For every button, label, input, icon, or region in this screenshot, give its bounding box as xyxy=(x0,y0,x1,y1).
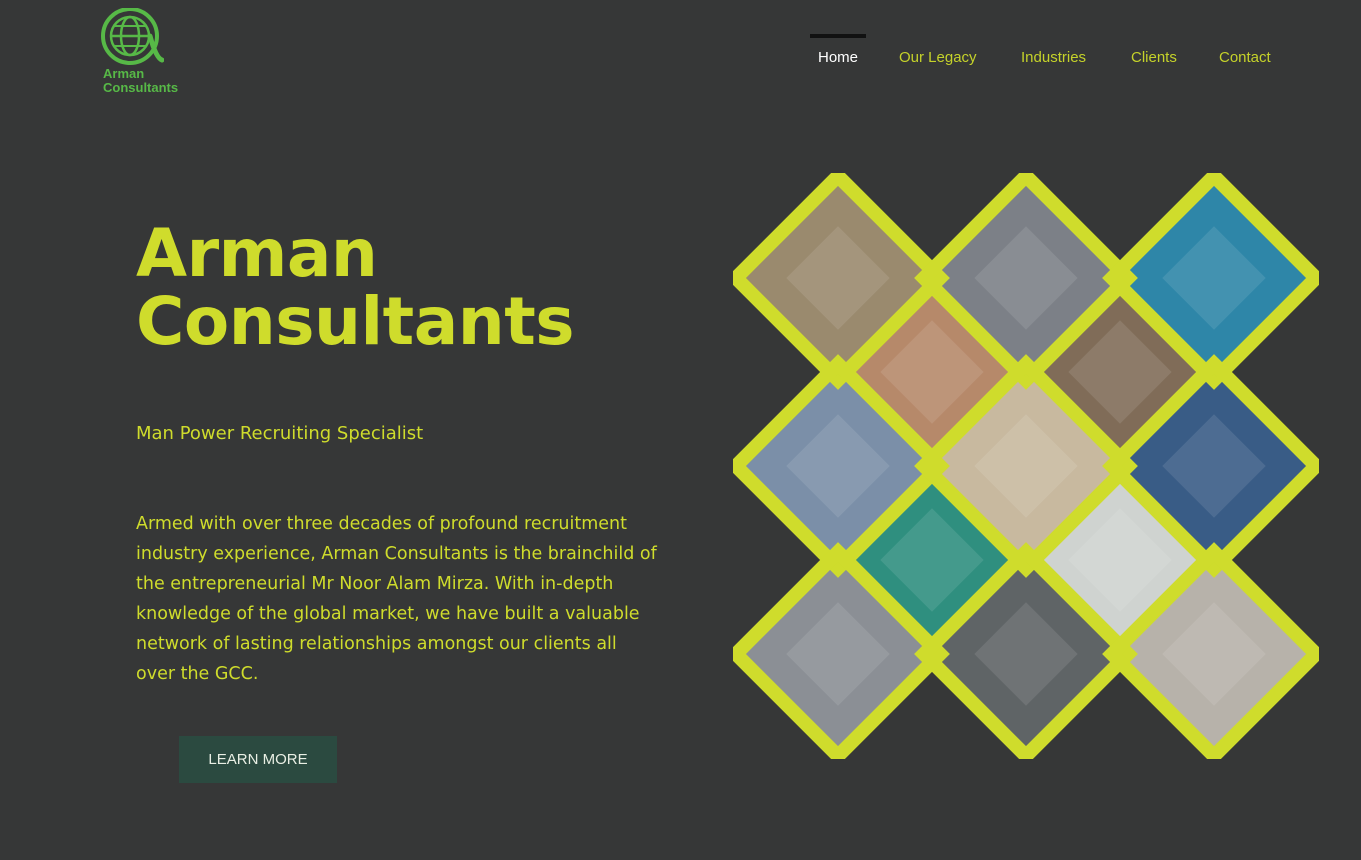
hero-subtitle: Man Power Recruiting Specialist xyxy=(136,423,424,444)
nav-home[interactable]: Home xyxy=(809,34,867,74)
hero-title-line2: Consultants xyxy=(136,283,575,360)
hero-title: Arman Consultants xyxy=(136,215,575,360)
nav-contact[interactable]: Contact xyxy=(1219,34,1271,74)
logo-line1: Arman xyxy=(103,66,145,81)
logo-wordmark: Arman Consultants xyxy=(103,67,178,95)
industry-collage xyxy=(733,173,1319,759)
learn-more-button[interactable]: LEARN MORE xyxy=(179,736,337,783)
logo-line2: Consultants xyxy=(103,80,179,95)
nav-industries[interactable]: Industries xyxy=(1021,34,1086,74)
nav-our-legacy[interactable]: Our Legacy xyxy=(899,34,977,74)
globe-logo-icon xyxy=(101,8,164,65)
hero-description: Armed with over three decades of profoun… xyxy=(136,514,657,684)
nav-clients[interactable]: Clients xyxy=(1131,34,1177,74)
brand-logo[interactable]: Arman Consultants xyxy=(100,8,190,98)
hero-title-line1: Arman xyxy=(136,215,378,292)
